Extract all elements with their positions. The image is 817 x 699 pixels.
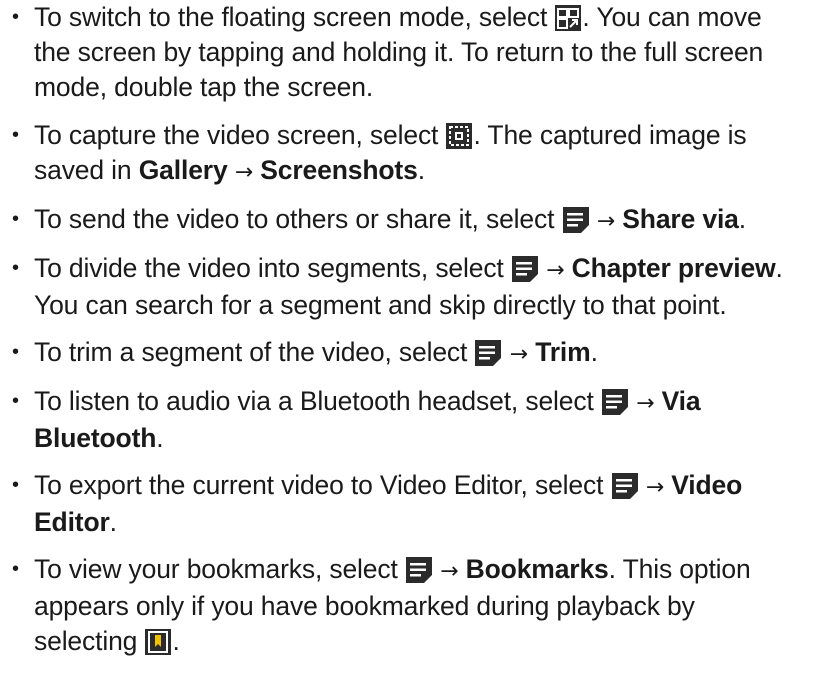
bullet: • [12, 558, 19, 580]
menu-icon [601, 389, 628, 415]
list-item-trim: • To trim a segment of the video, select… [8, 335, 805, 372]
bookmark-icon [145, 629, 172, 655]
menu-icon [562, 207, 589, 233]
menu-icon [475, 340, 502, 366]
bullet: • [12, 208, 19, 230]
list-item-video-editor: • To export the current video to Video E… [12, 470, 743, 537]
menu-icon [611, 473, 638, 499]
bullet: • [12, 474, 19, 496]
bullet: • [12, 6, 19, 28]
bullet: • [12, 390, 19, 412]
floating-screen-icon [555, 5, 582, 31]
capture-icon [446, 123, 473, 149]
feature-list: • To switch to the floating screen mode,… [8, 0, 805, 659]
menu-icon [405, 557, 432, 583]
list-item-bookmarks: • To view your bookmarks, select → Bookm… [12, 554, 751, 656]
manual-page: • To switch to the floating screen mode,… [0, 0, 817, 699]
list-item-floating-screen: • To switch to the floating screen mode,… [12, 2, 764, 102]
list-item-share: • To send the video to others or share i… [8, 202, 805, 239]
list-item-capture: • To capture the video screen, select . … [12, 120, 747, 185]
bullet: • [12, 341, 19, 363]
bullet: • [12, 124, 19, 146]
menu-icon [511, 256, 538, 282]
list-item-chapter-preview: • To divide the video into segments, sel… [12, 253, 783, 320]
bullet: • [12, 257, 19, 279]
list-item-bluetooth: • To listen to audio via a Bluetooth hea… [12, 386, 701, 453]
